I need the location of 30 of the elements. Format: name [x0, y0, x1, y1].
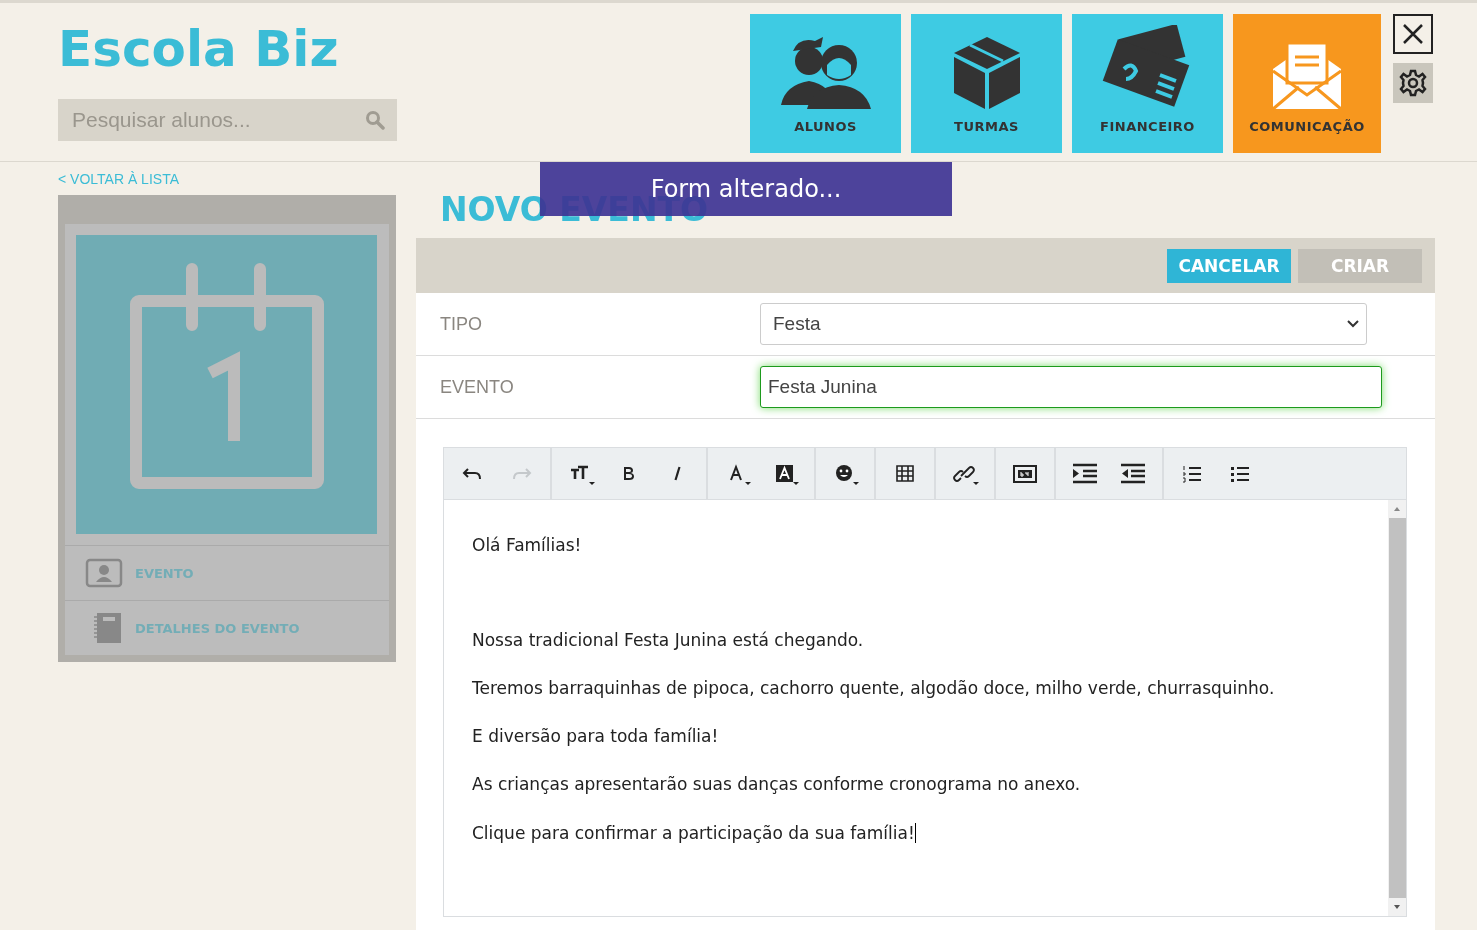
field-label: EVENTO — [439, 376, 515, 398]
close-button[interactable] — [1393, 14, 1433, 54]
box-icon — [951, 35, 1022, 111]
nav-tile[interactable]: FINANCEIRO — [1072, 14, 1223, 153]
editor-paragraph: Olá Famílias! — [472, 536, 583, 555]
editor-paragraph: E diversão para toda família! — [472, 727, 720, 746]
editor-paragraph: Nossa tradicional Festa Junina está chegando. — [472, 631, 865, 650]
editor-paragraph: Clique para confirmar a participação da sua família! — [472, 823, 917, 843]
bold-icon — [623, 466, 635, 481]
italic-icon — [673, 466, 681, 481]
contact-card-icon — [85, 558, 123, 588]
chevron-down-icon — [1346, 319, 1360, 329]
settings-icon — [1398, 68, 1428, 98]
nav-tile[interactable]: COMUNICAÇÃO — [1233, 14, 1381, 153]
calendar-icon — [76, 235, 377, 534]
settings-button[interactable] — [1393, 63, 1433, 103]
editor-paragraph: As crianças apresentarão suas danças conforme cronograma no anexo. — [472, 775, 1082, 794]
event-name-field[interactable]: Festa Junina — [760, 366, 1382, 408]
nav-tile[interactable]: TURMAS — [911, 14, 1062, 153]
scrollbar[interactable] — [1388, 500, 1406, 916]
close-icon — [1402, 23, 1424, 45]
scroll-up-icon[interactable] — [1393, 506, 1401, 512]
people-icon — [778, 35, 873, 111]
envelope-icon — [1271, 41, 1343, 111]
nav-tile[interactable]: ALUNOS — [750, 14, 901, 153]
editor-paragraph: Teremos barraquinhas de pipoca, cachorro quente, algodão doce, milho verde, churrasquinho. — [472, 679, 1276, 698]
type-dropdown[interactable]: Festa — [760, 303, 1367, 345]
scroll-down-icon[interactable] — [1393, 904, 1401, 910]
field-label: TIPO — [439, 313, 483, 335]
search-field[interactable]: Pesquisar alunos... — [58, 99, 397, 141]
